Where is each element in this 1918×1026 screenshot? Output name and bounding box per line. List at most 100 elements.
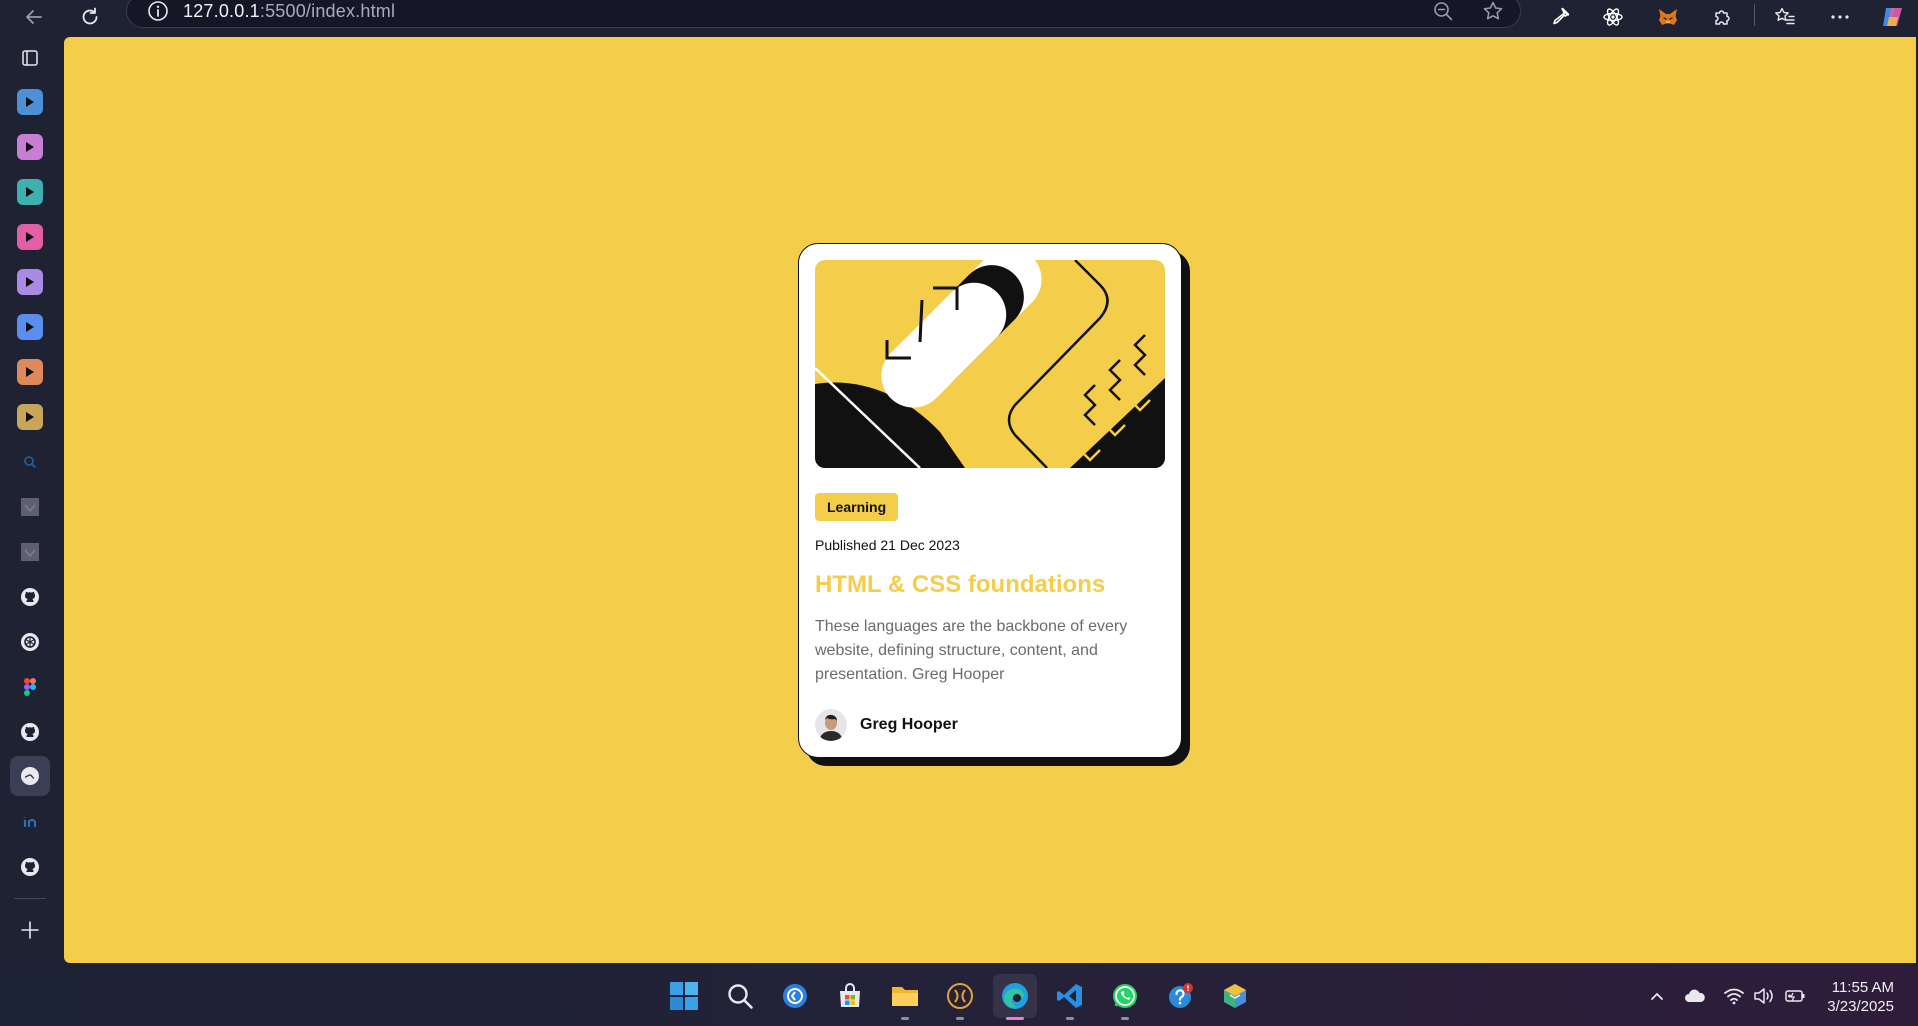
sidebar-app-6[interactable]: [14, 311, 46, 343]
sidebar-app-5[interactable]: [14, 266, 46, 298]
puzzle-icon: [1715, 10, 1730, 25]
metamask-extension-button[interactable]: [1653, 3, 1683, 31]
site-info-icon[interactable]: [147, 0, 169, 22]
address-bar[interactable]: 127.0.0.1:5500/index.html: [126, 0, 1521, 28]
more-options-button[interactable]: [1825, 3, 1855, 31]
windows-taskbar: 11:55 AM 3/23/2025: [0, 966, 1918, 1026]
copilot-button[interactable]: [1878, 3, 1908, 31]
taskbar-microsoft-store[interactable]: [828, 974, 872, 1018]
play-icon: [17, 359, 43, 385]
vscode-icon: [1057, 984, 1082, 1008]
taskbar-app-3[interactable]: [1213, 974, 1257, 1018]
sidebar-app-8[interactable]: [14, 401, 46, 433]
category-tag: Learning: [815, 493, 899, 521]
start-button[interactable]: [662, 974, 706, 1018]
arrow-left-icon: [26, 10, 42, 24]
sidebar-app-10[interactable]: [14, 536, 46, 568]
browser-toolbar: 127.0.0.1:5500/index.html: [0, 0, 1918, 36]
chatgpt-icon: [21, 633, 39, 651]
help-icon: [1169, 983, 1193, 1008]
running-indicator: [1066, 1017, 1074, 1020]
github-icon: [21, 723, 39, 741]
play-icon: [17, 269, 43, 295]
cloud-icon: [1685, 989, 1705, 1002]
taskbar-file-explorer[interactable]: [883, 974, 927, 1020]
favorites-list-icon: [1775, 7, 1795, 25]
toolbar-separator: [1754, 4, 1755, 26]
sidebar-active-app[interactable]: [10, 756, 50, 796]
running-indicator: [901, 1017, 909, 1020]
play-icon: [17, 179, 43, 205]
react-icon: [1603, 8, 1623, 26]
sidebar-divider: [14, 898, 46, 899]
taskbar-whatsapp[interactable]: [1103, 974, 1147, 1020]
play-icon: [17, 404, 43, 430]
cube-icon: [1224, 984, 1246, 1008]
card-title[interactable]: HTML & CSS foundations: [815, 571, 1165, 599]
sidebar-app-2[interactable]: [14, 131, 46, 163]
sidebar-app-1[interactable]: [14, 86, 46, 118]
url-host: 127.0.0.1: [183, 0, 260, 21]
whatsapp-icon: [1113, 984, 1137, 1008]
speaker-icon: [1754, 988, 1773, 1004]
sidebar-linkedin[interactable]: [14, 806, 46, 838]
sidebar-app-3[interactable]: [14, 176, 46, 208]
search-icon: [728, 984, 753, 1009]
circle-app-icon: [783, 984, 807, 1008]
store-icon: [840, 983, 860, 1007]
eyedropper-icon: [1553, 7, 1570, 25]
sidebar-chatgpt[interactable]: [14, 626, 46, 658]
linkedin-icon: [22, 814, 38, 830]
back-button[interactable]: [20, 4, 48, 30]
taskbar-app-1[interactable]: [773, 974, 817, 1018]
favorites-button[interactable]: [1770, 3, 1800, 31]
tray-overflow-button[interactable]: [1645, 984, 1669, 1008]
page-viewport: Learning Published 21 Dec 2023 HTML & CS…: [64, 37, 1916, 963]
sidebar-app-7[interactable]: [14, 356, 46, 388]
author-name: Greg Hooper: [860, 716, 958, 733]
play-icon: [17, 314, 43, 340]
blog-preview-card: Learning Published 21 Dec 2023 HTML & CS…: [798, 243, 1182, 758]
reload-button[interactable]: [76, 4, 104, 30]
plus-icon: [21, 921, 39, 939]
react-devtools-button[interactable]: [1598, 3, 1628, 31]
system-clock[interactable]: 11:55 AM 3/23/2025: [1827, 978, 1894, 1016]
tray-battery[interactable]: [1783, 984, 1807, 1008]
eyedropper-extension-button[interactable]: [1545, 3, 1575, 31]
sidebar-tab-panel[interactable]: [14, 42, 46, 74]
taskbar-search[interactable]: [718, 974, 762, 1018]
favorite-button[interactable]: [1480, 0, 1506, 24]
sidebar-github-2[interactable]: [14, 716, 46, 748]
sidebar-github-1[interactable]: [14, 581, 46, 613]
tray-wifi[interactable]: [1722, 984, 1746, 1008]
zoom-button[interactable]: [1430, 0, 1456, 24]
copilot-icon: [1883, 8, 1902, 26]
sidebar-app-9[interactable]: [14, 491, 46, 523]
taskbar-vscode[interactable]: [1048, 974, 1092, 1020]
card-description: These languages are the backbone of ever…: [815, 618, 1128, 683]
taskbar-edge[interactable]: [993, 974, 1037, 1020]
gold-ring-icon: [947, 983, 973, 1009]
tray-onedrive[interactable]: [1683, 984, 1707, 1008]
extensions-button[interactable]: [1708, 3, 1738, 31]
github-icon: [21, 588, 39, 606]
clock-time: 11:55 AM: [1831, 979, 1894, 996]
play-icon: [17, 89, 43, 115]
card-illustration: [815, 260, 1165, 468]
thumbnail-icon: [21, 543, 39, 561]
tray-volume[interactable]: [1752, 984, 1776, 1008]
sidebar-figma[interactable]: [14, 671, 46, 703]
play-icon: [17, 224, 43, 250]
taskbar-app-2[interactable]: [938, 974, 982, 1020]
sidebar-app-4[interactable]: [14, 221, 46, 253]
taskbar-help[interactable]: [1158, 974, 1202, 1018]
sidebar-add-button[interactable]: [14, 914, 46, 946]
browser-sidebar: [0, 36, 63, 966]
search-icon: [24, 456, 37, 469]
url-text[interactable]: 127.0.0.1:5500/index.html: [183, 1, 395, 22]
edge-icon: [1002, 983, 1028, 1009]
sidebar-search[interactable]: [14, 446, 46, 478]
globe-icon: [21, 767, 39, 785]
sidebar-github-3[interactable]: [14, 851, 46, 883]
battery-charging-icon: [1785, 990, 1805, 1002]
